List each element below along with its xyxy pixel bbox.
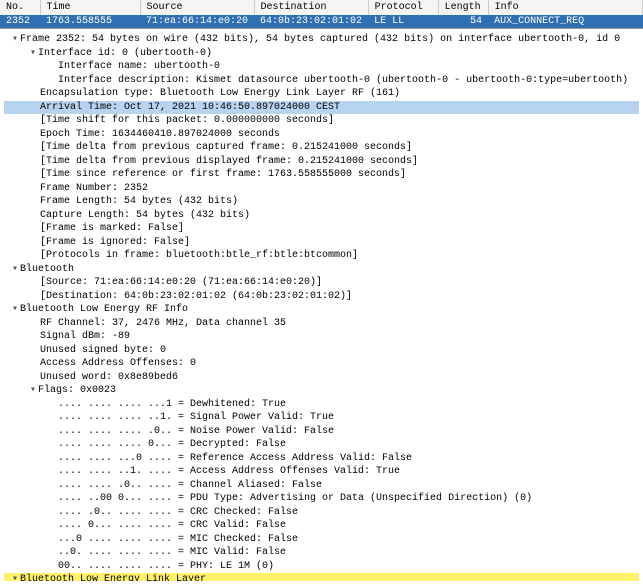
col-source[interactable]: Source [140, 0, 254, 15]
expand-icon[interactable]: ▾ [10, 263, 20, 277]
col-length[interactable]: Length [438, 0, 488, 15]
section-label: Bluetooth [20, 264, 74, 275]
field[interactable]: Frame Number: 2352 [4, 182, 639, 196]
packet-table[interactable]: No. Time Source Destination Protocol Len… [0, 0, 643, 28]
expand-icon[interactable]: ▾ [10, 33, 20, 47]
field[interactable]: Capture Length: 54 bytes (432 bits) [4, 209, 639, 223]
flag-field[interactable]: ...0 .... .... .... = MIC Checked: False [4, 533, 639, 547]
cell-proto: LE LL [368, 15, 438, 28]
col-time[interactable]: Time [40, 0, 140, 15]
flag-field[interactable]: .... .... .... ...1 = Dewhitened: True [4, 398, 639, 412]
interface-id-node[interactable]: ▾Interface id: 0 (ubertooth-0) [4, 47, 639, 61]
field[interactable]: Unused signed byte: 0 [4, 344, 639, 358]
arrival-time-field[interactable]: Arrival Time: Oct 17, 2021 10:46:50.8970… [4, 101, 639, 115]
frame-summary: Frame 2352: 54 bytes on wire (432 bits),… [20, 34, 620, 45]
cell-src: 71:ea:66:14:e0:20 [140, 15, 254, 28]
bluetooth-node[interactable]: ▾Bluetooth [4, 263, 639, 277]
frame-node[interactable]: ▾Frame 2352: 54 bytes on wire (432 bits)… [4, 33, 639, 47]
flag-field[interactable]: .... 0... .... .... = CRC Valid: False [4, 519, 639, 533]
cell-dst: 64:0b:23:02:01:02 [254, 15, 368, 28]
field[interactable]: Unused word: 0x8e89bed6 [4, 371, 639, 385]
field[interactable]: Interface description: Kismet datasource… [4, 74, 639, 88]
expand-icon[interactable]: ▾ [10, 573, 20, 581]
col-dest[interactable]: Destination [254, 0, 368, 15]
field[interactable]: [Frame is marked: False] [4, 222, 639, 236]
field[interactable]: RF Channel: 37, 2476 MHz, Data channel 3… [4, 317, 639, 331]
flag-field[interactable]: .... .... .... 0... = Decrypted: False [4, 438, 639, 452]
flag-field[interactable]: .... .... .0.. .... = Channel Aliased: F… [4, 479, 639, 493]
flag-field[interactable]: .... .... ...0 .... = Reference Access A… [4, 452, 639, 466]
flag-field[interactable]: .... .0.. .... .... = CRC Checked: False [4, 506, 639, 520]
flag-field[interactable]: .... .... .... ..1. = Signal Power Valid… [4, 411, 639, 425]
expand-icon[interactable]: ▾ [10, 303, 20, 317]
field[interactable]: [Time since reference or first frame: 17… [4, 168, 639, 182]
section-label: Bluetooth Low Energy RF Info [20, 304, 188, 315]
packet-list-pane: No. Time Source Destination Protocol Len… [0, 0, 643, 29]
expand-icon[interactable]: ▾ [28, 47, 38, 61]
cell-time: 1763.558555 [40, 15, 140, 28]
col-no[interactable]: No. [0, 0, 40, 15]
cell-len: 54 [438, 15, 488, 28]
section-label: Bluetooth Low Energy Link Layer [20, 574, 206, 581]
packet-row-selected[interactable]: 2352 1763.558555 71:ea:66:14:e0:20 64:0b… [0, 15, 643, 28]
field[interactable]: Frame Length: 54 bytes (432 bits) [4, 195, 639, 209]
field[interactable]: Interface name: ubertooth-0 [4, 60, 639, 74]
field[interactable]: Signal dBm: -89 [4, 330, 639, 344]
flag-field[interactable]: .... ..00 0... .... = PDU Type: Advertis… [4, 492, 639, 506]
cell-info: AUX_CONNECT_REQ [488, 15, 642, 28]
flags-node[interactable]: ▾Flags: 0x0023 [4, 384, 639, 398]
packet-table-header[interactable]: No. Time Source Destination Protocol Len… [0, 0, 643, 15]
flag-field[interactable]: .... .... .... .0.. = Noise Power Valid:… [4, 425, 639, 439]
field[interactable]: [Time delta from previous captured frame… [4, 141, 639, 155]
flag-field[interactable]: .... .... ..1. .... = Access Address Off… [4, 465, 639, 479]
col-proto[interactable]: Protocol [368, 0, 438, 15]
field-label: Interface id: 0 (ubertooth-0) [38, 48, 212, 59]
field[interactable]: [Destination: 64:0b:23:02:01:02 (64:0b:2… [4, 290, 639, 304]
flag-field[interactable]: 00.. .... .... .... = PHY: LE 1M (0) [4, 560, 639, 574]
expand-icon[interactable]: ▾ [28, 384, 38, 398]
field[interactable]: Encapsulation type: Bluetooth Low Energy… [4, 87, 639, 101]
cell-no: 2352 [0, 15, 40, 28]
field[interactable]: [Protocols in frame: bluetooth:btle_rf:b… [4, 249, 639, 263]
btle-rf-node[interactable]: ▾Bluetooth Low Energy RF Info [4, 303, 639, 317]
col-info[interactable]: Info [488, 0, 642, 15]
field[interactable]: Epoch Time: 1634460410.897024000 seconds [4, 128, 639, 142]
flag-field[interactable]: ..0. .... .... .... = MIC Valid: False [4, 546, 639, 560]
field[interactable]: [Source: 71:ea:66:14:e0:20 (71:ea:66:14:… [4, 276, 639, 290]
packet-details-pane[interactable]: ▾Frame 2352: 54 bytes on wire (432 bits)… [0, 29, 643, 581]
btle-ll-node[interactable]: ▾Bluetooth Low Energy Link Layer [4, 573, 639, 581]
field[interactable]: Access Address Offenses: 0 [4, 357, 639, 371]
field[interactable]: [Time shift for this packet: 0.000000000… [4, 114, 639, 128]
field-label: Flags: 0x0023 [38, 385, 116, 396]
field[interactable]: [Time delta from previous displayed fram… [4, 155, 639, 169]
field[interactable]: [Frame is ignored: False] [4, 236, 639, 250]
